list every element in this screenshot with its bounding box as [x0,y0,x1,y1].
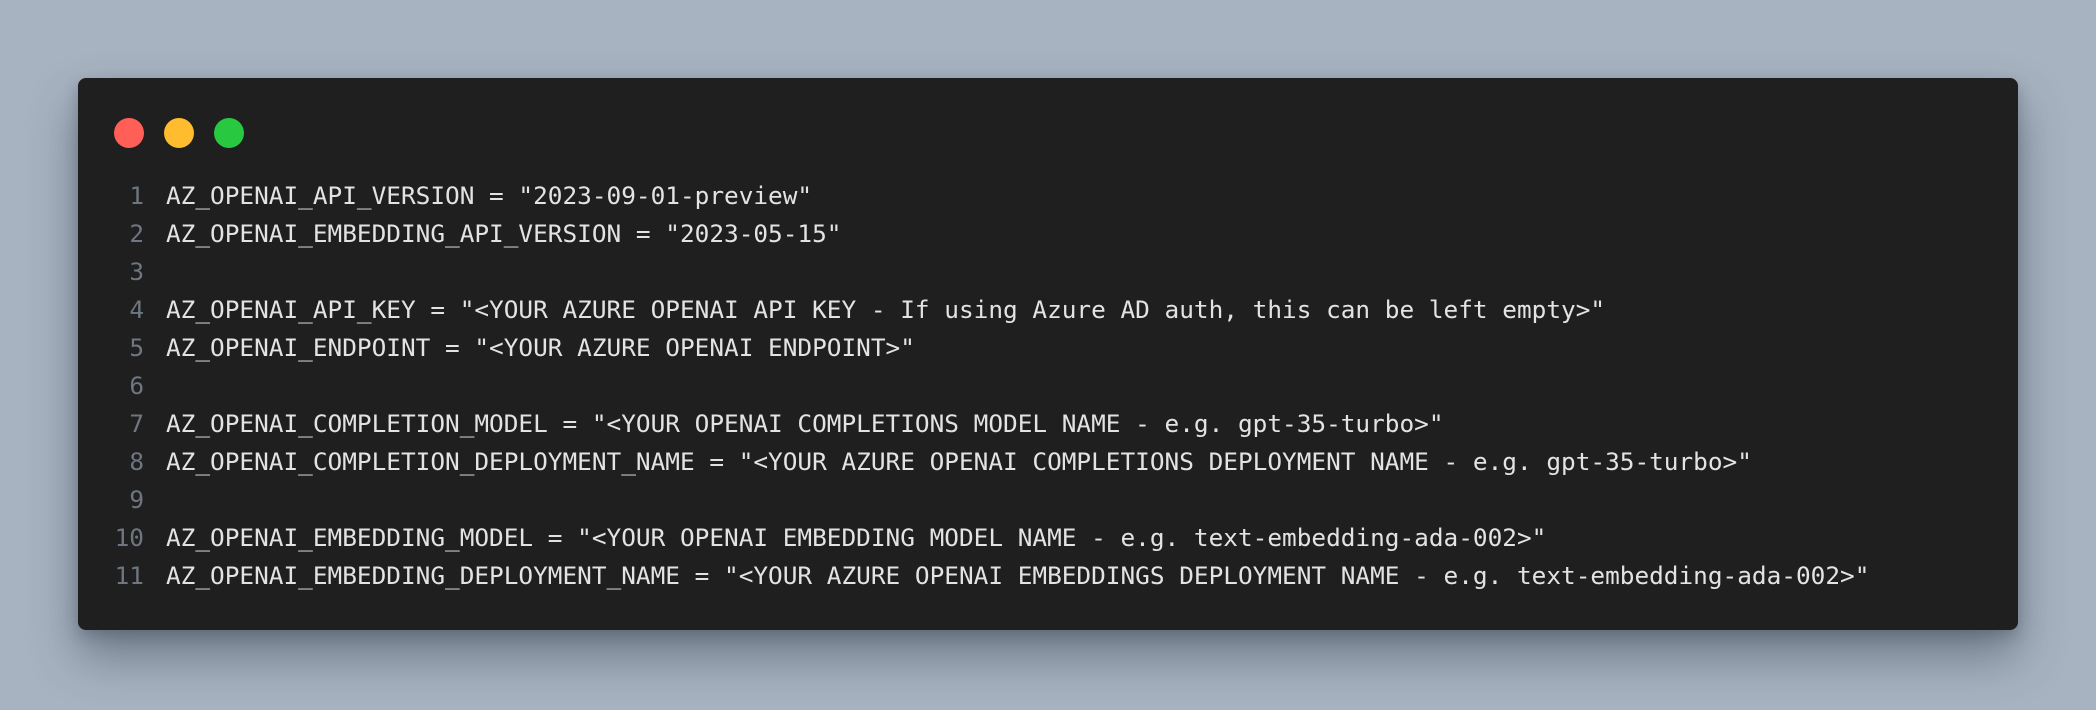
line-number: 1 [129,180,144,210]
code-line: 11 AZ_OPENAI_EMBEDDING_DEPLOYMENT_NAME =… [78,556,2018,594]
line-number: 5 [129,332,144,362]
code-text[interactable]: AZ_OPENAI_EMBEDDING_API_VERSION = "2023-… [166,219,841,248]
code-line: 5 AZ_OPENAI_ENDPOINT = "<YOUR AZURE OPEN… [78,328,2018,366]
code-line: 2 AZ_OPENAI_EMBEDDING_API_VERSION = "202… [78,214,2018,252]
code-line: 8 AZ_OPENAI_COMPLETION_DEPLOYMENT_NAME =… [78,442,2018,480]
code-text[interactable]: AZ_OPENAI_COMPLETION_MODEL = "<YOUR OPEN… [166,409,1444,438]
code-line: 3 [78,252,2018,290]
line-number: 9 [129,484,144,514]
code-text[interactable]: AZ_OPENAI_API_KEY = "<YOUR AZURE OPENAI … [166,295,1605,324]
line-number: 7 [129,408,144,438]
window-controls [114,118,244,148]
code-line: 1 AZ_OPENAI_API_VERSION = "2023-09-01-pr… [78,176,2018,214]
code-text[interactable]: AZ_OPENAI_EMBEDDING_MODEL = "<YOUR OPENA… [166,523,1546,552]
line-number: 4 [129,294,144,324]
line-number: 3 [129,256,144,286]
code-text[interactable]: AZ_OPENAI_COMPLETION_DEPLOYMENT_NAME = "… [166,447,1752,476]
code-text[interactable]: AZ_OPENAI_ENDPOINT = "<YOUR AZURE OPENAI… [166,333,915,362]
line-number: 6 [129,370,144,400]
code-line: 9 [78,480,2018,518]
code-line: 4 AZ_OPENAI_API_KEY = "<YOUR AZURE OPENA… [78,290,2018,328]
code-text[interactable]: AZ_OPENAI_API_VERSION = "2023-09-01-prev… [166,181,812,210]
code-line: 7 AZ_OPENAI_COMPLETION_MODEL = "<YOUR OP… [78,404,2018,442]
line-number: 2 [129,218,144,248]
code-text[interactable]: AZ_OPENAI_EMBEDDING_DEPLOYMENT_NAME = "<… [166,561,1869,590]
code-window: 1 AZ_OPENAI_API_VERSION = "2023-09-01-pr… [78,78,2018,630]
line-number: 8 [129,446,144,476]
code-line: 6 [78,366,2018,404]
minimize-window-button[interactable] [164,118,194,148]
line-number: 10 [114,522,144,552]
code-editor[interactable]: 1 AZ_OPENAI_API_VERSION = "2023-09-01-pr… [78,176,2018,594]
code-line: 10 AZ_OPENAI_EMBEDDING_MODEL = "<YOUR OP… [78,518,2018,556]
maximize-window-button[interactable] [214,118,244,148]
close-window-button[interactable] [114,118,144,148]
line-number: 11 [114,560,144,590]
